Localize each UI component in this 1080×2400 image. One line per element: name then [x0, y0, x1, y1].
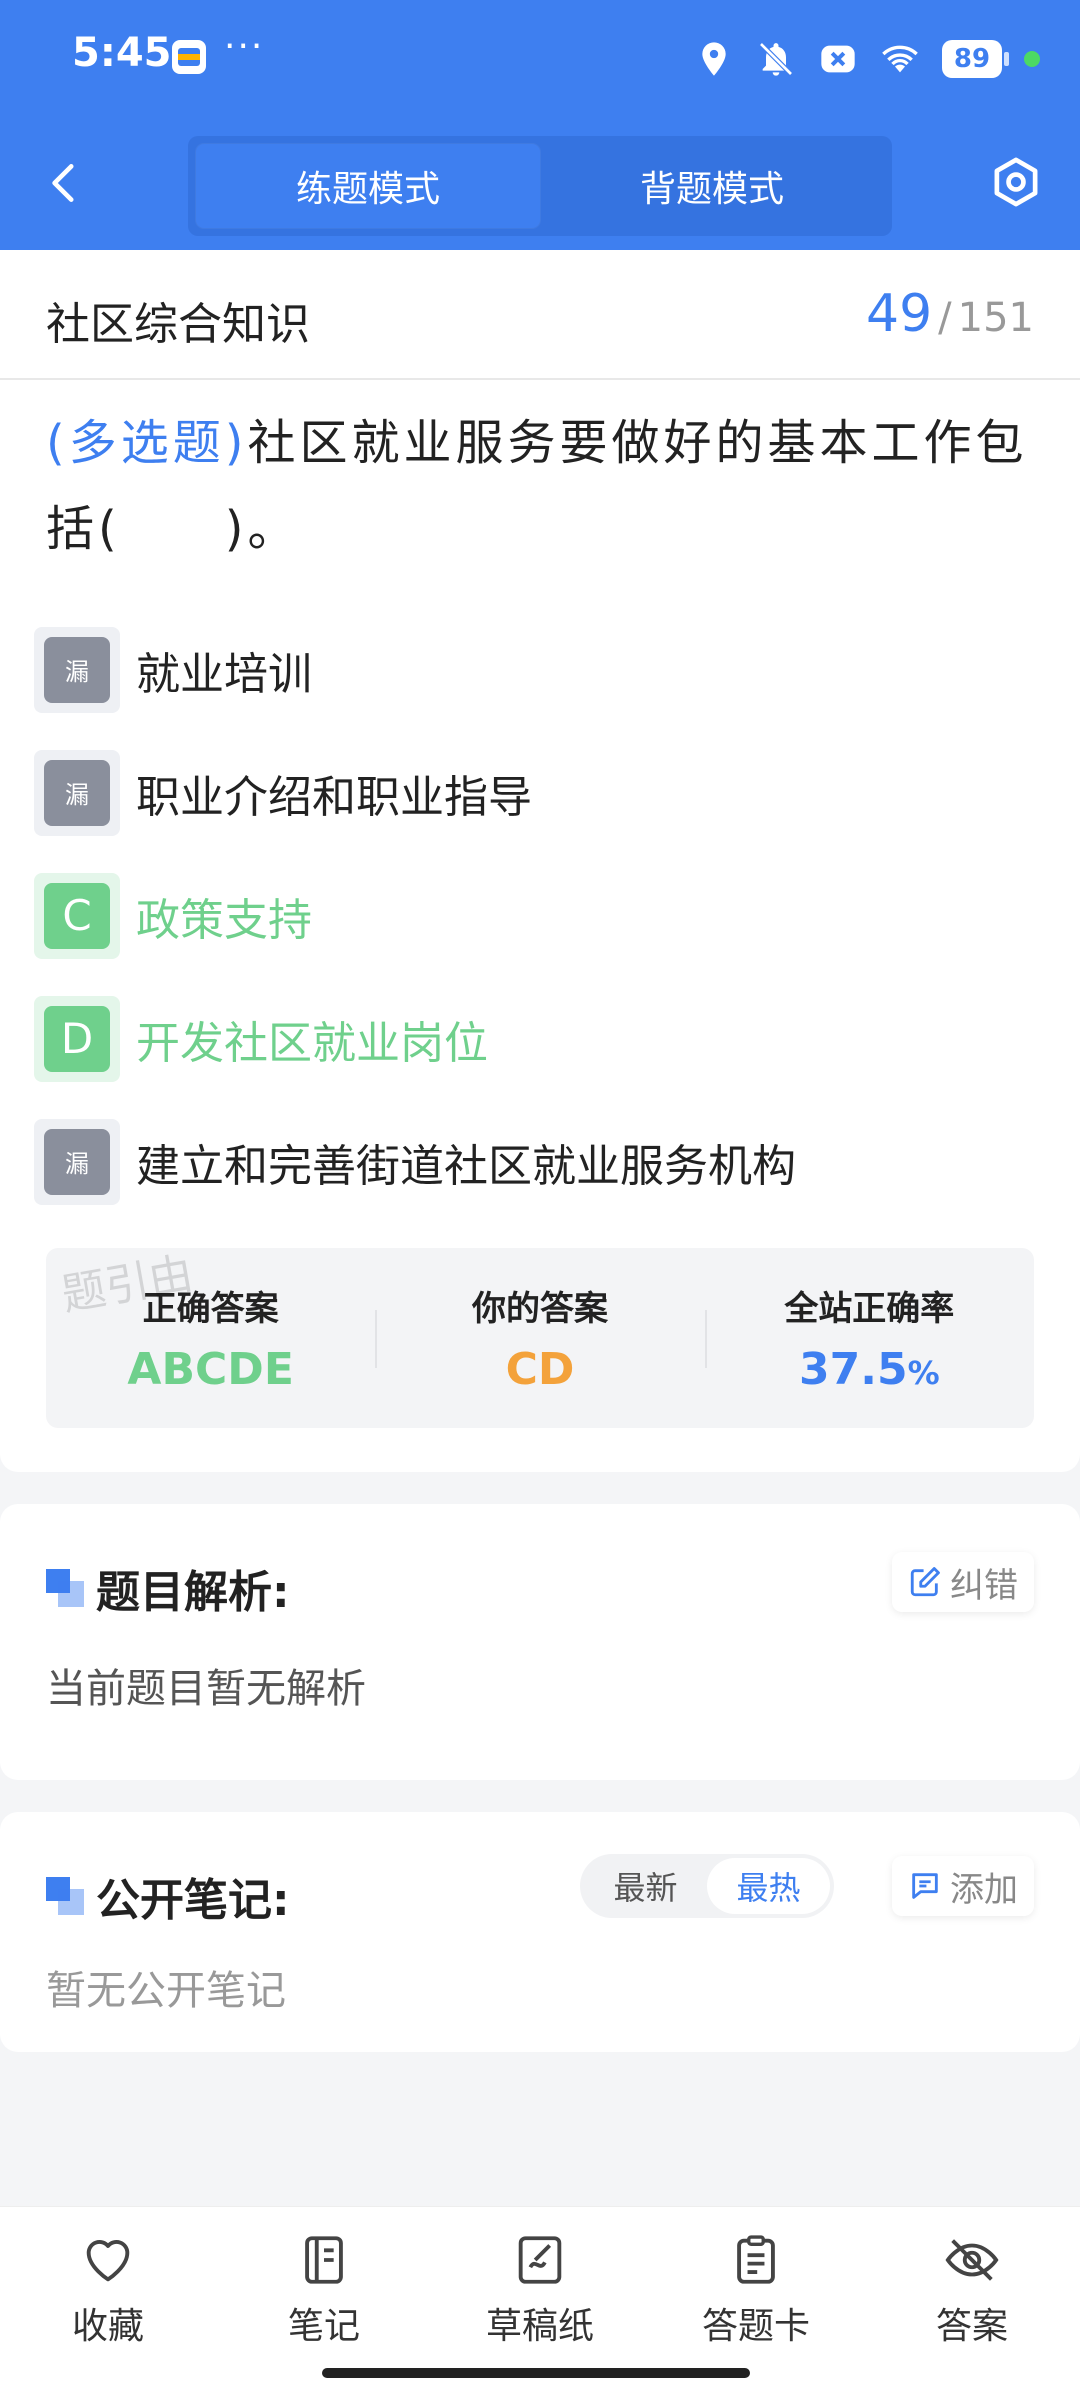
- clipboard-icon: [737, 2235, 775, 2284]
- favorite-label: 收藏: [71, 2306, 144, 2347]
- wallet-app-icon: [172, 40, 206, 74]
- answer-stats: 正确答案 ABCDE 你的答案 CD 全站正确率 37.5%: [46, 1248, 1034, 1428]
- question-card: 社区综合知识 49 / 151 (多选题)社区就业服务要做好的基本工作包括( )…: [0, 250, 1080, 1472]
- correct-answer-value: ABCDE: [127, 1344, 294, 1395]
- back-button[interactable]: [40, 158, 90, 208]
- wifi-icon: [882, 45, 918, 73]
- notification-x-icon: [821, 45, 855, 73]
- tab-memorize-mode[interactable]: 背题模式: [540, 144, 884, 228]
- option-e[interactable]: 漏 建立和完善街道社区就业服务机构: [34, 1100, 1044, 1223]
- option-c[interactable]: C 政策支持: [34, 854, 1044, 977]
- report-error-button[interactable]: 纠错: [892, 1552, 1034, 1612]
- option-d[interactable]: D 开发社区就业岗位: [34, 977, 1044, 1100]
- report-error-label: 纠错: [950, 1565, 1018, 1606]
- option-text: 建立和完善街道社区就业服务机构: [136, 1140, 796, 1192]
- sort-latest[interactable]: 最新: [584, 1858, 707, 1914]
- subject-row: 社区综合知识 49 / 151: [0, 250, 1080, 380]
- analysis-card: 题目解析: 纠错 当前题目暂无解析: [0, 1504, 1080, 1780]
- option-b[interactable]: 漏 职业介绍和职业指导: [34, 731, 1044, 854]
- answer-label: 答案: [935, 2306, 1008, 2347]
- nav-bar: 练题模式 背题模式: [0, 118, 1080, 250]
- header: 5:45 ··· 89 练题模式 背题模式: [0, 0, 1080, 250]
- tab-practice-mode[interactable]: 练题模式: [196, 144, 540, 228]
- option-text: 就业培训: [136, 648, 312, 700]
- location-icon: [702, 42, 726, 76]
- edit-icon: [910, 1567, 940, 1597]
- section-icon: [46, 1569, 84, 1607]
- notes-card: 公开笔记: 最新 最热 添加 暂无公开笔记: [0, 1812, 1080, 2052]
- settings-icon[interactable]: [988, 154, 1044, 210]
- progress-separator: /: [938, 295, 952, 341]
- question-type: (多选题): [46, 415, 248, 471]
- status-icons: 89: [694, 34, 1040, 84]
- accuracy-value: 37.5%: [799, 1344, 940, 1395]
- status-time: 5:45: [72, 30, 172, 76]
- option-badge: 漏: [34, 626, 120, 713]
- notes-label: 笔记: [287, 2306, 360, 2347]
- add-note-button[interactable]: 添加: [892, 1856, 1034, 1916]
- stat-your-answer: 你的答案 CD: [375, 1248, 704, 1428]
- option-text: 政策支持: [136, 894, 312, 946]
- option-badge: D: [34, 995, 120, 1082]
- option-text: 职业介绍和职业指导: [136, 771, 532, 823]
- notes-sort-toggle: 最新 最热: [580, 1854, 834, 1918]
- missed-badge: 漏: [44, 1128, 110, 1195]
- bell-off-icon: [759, 42, 793, 76]
- draft-label: 草稿纸: [485, 2306, 594, 2347]
- battery-indicator: 89: [942, 40, 1009, 78]
- option-badge: 漏: [34, 1118, 120, 1205]
- comment-icon: [912, 1873, 938, 1899]
- stat-accuracy: 全站正确率 37.5%: [704, 1248, 1034, 1428]
- draft-icon: [518, 2236, 562, 2284]
- home-indicator[interactable]: [322, 2368, 750, 2378]
- question-progress[interactable]: 49 / 151: [866, 284, 1034, 344]
- option-badge: 漏: [34, 749, 120, 836]
- analysis-title: 题目解析:: [96, 1567, 290, 1618]
- add-note-label: 添加: [950, 1869, 1018, 1910]
- sort-hot[interactable]: 最热: [707, 1858, 830, 1914]
- notes-header: 公开笔记:: [46, 1864, 290, 1928]
- eye-off-icon: [945, 2239, 999, 2281]
- option-badge: C: [34, 872, 120, 959]
- option-list: 漏 就业培训 漏 职业介绍和职业指导 C 政策支持 D 开发社区就业岗位 漏 建…: [34, 608, 1044, 1223]
- privacy-indicator-dot: [1024, 51, 1040, 67]
- analysis-header: 题目解析:: [46, 1556, 290, 1620]
- answer-sheet-label: 答题卡: [701, 2306, 810, 2347]
- notes-body: 暂无公开笔记: [46, 1968, 286, 2014]
- correct-badge: D: [44, 1005, 110, 1072]
- subject-title: 社区综合知识: [46, 299, 310, 350]
- status-bar: 5:45 ··· 89: [0, 0, 1080, 118]
- progress-total: 151: [957, 295, 1034, 341]
- mode-switch: 练题模式 背题模式: [188, 136, 892, 236]
- your-answer-value: CD: [505, 1344, 575, 1395]
- progress-current: 49: [865, 284, 933, 344]
- accuracy-unit: %: [907, 1354, 940, 1392]
- option-text: 开发社区就业岗位: [136, 1017, 488, 1069]
- analysis-body: 当前题目暂无解析: [46, 1666, 366, 1712]
- more-notifications-icon: ···: [224, 26, 265, 67]
- stat-label: 你的答案: [471, 1289, 608, 1329]
- notebook-icon: [305, 2236, 343, 2284]
- answer-toggle-button[interactable]: 答案: [864, 2207, 1080, 2400]
- correct-badge: C: [44, 882, 110, 949]
- favorite-button[interactable]: 收藏: [0, 2207, 216, 2400]
- stat-label: 全站正确率: [784, 1289, 955, 1329]
- option-a[interactable]: 漏 就业培训: [34, 608, 1044, 731]
- section-icon: [46, 1877, 84, 1915]
- question-text: (多选题)社区就业服务要做好的基本工作包括( )。: [46, 400, 1036, 572]
- notes-title: 公开笔记:: [96, 1875, 290, 1926]
- heart-icon: [86, 2240, 130, 2282]
- missed-badge: 漏: [44, 636, 110, 703]
- accuracy-number: 37.5: [799, 1344, 908, 1395]
- missed-badge: 漏: [44, 759, 110, 826]
